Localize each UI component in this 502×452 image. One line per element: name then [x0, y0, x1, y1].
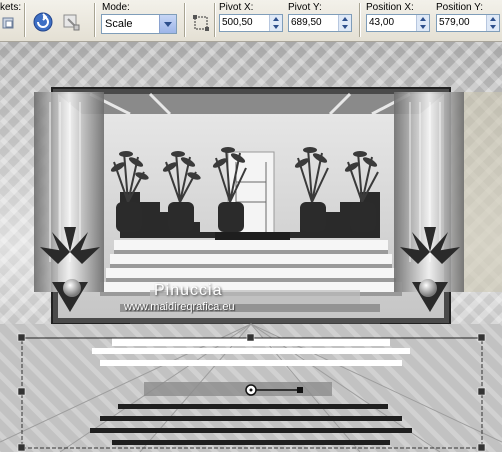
reset-icon[interactable] [60, 11, 82, 33]
position-y-spinner[interactable] [486, 15, 499, 31]
watermark-name: Pinuccia [154, 282, 223, 299]
toolbar-separator [184, 3, 186, 37]
pivot-x-spinner[interactable] [269, 15, 282, 31]
presets-dropdown-icon[interactable] [2, 16, 16, 30]
apply-icon[interactable] [32, 11, 54, 33]
pivot-x-label: Pivot X: [219, 2, 254, 13]
pivot-y-field[interactable]: 689,50 [288, 14, 352, 32]
chevron-down-icon[interactable] [159, 15, 176, 33]
position-x-spinner[interactable] [416, 15, 429, 31]
bounding-box-icon[interactable] [192, 14, 210, 32]
mode-select-value: Scale [105, 18, 133, 30]
mode-select[interactable]: Scale [101, 14, 177, 34]
canvas-artwork [0, 42, 502, 452]
toolbar-separator [24, 3, 26, 37]
position-y-value: 579,00 [439, 17, 470, 28]
pivot-x-field[interactable]: 500,50 [219, 14, 283, 32]
position-x-field[interactable]: 43,00 [366, 14, 430, 32]
toolbar-separator [214, 3, 216, 37]
position-x-label: Position X: [366, 2, 414, 13]
tool-options-bar: kets: Mode: Scale Pivot X: 500,50 Pivot … [0, 0, 502, 42]
right-pillar [394, 92, 464, 312]
pivot-y-label: Pivot Y: [288, 2, 322, 13]
toolbar-separator [94, 3, 96, 37]
image-canvas[interactable]: Pinuccia www.maidireqrafica.eu [0, 42, 502, 452]
pivot-y-value: 689,50 [291, 17, 322, 28]
position-y-label: Position Y: [436, 2, 484, 13]
watermark-url: www.maidireqrafica.eu [124, 301, 235, 313]
pivot-x-value: 500,50 [222, 17, 253, 28]
pivot-y-spinner[interactable] [338, 15, 351, 31]
presets-label: kets: [0, 2, 22, 13]
mode-label: Mode: [102, 2, 130, 13]
position-y-field[interactable]: 579,00 [436, 14, 500, 32]
left-pillar [34, 92, 104, 312]
toolbar-separator [359, 3, 361, 37]
position-x-value: 43,00 [369, 17, 395, 28]
